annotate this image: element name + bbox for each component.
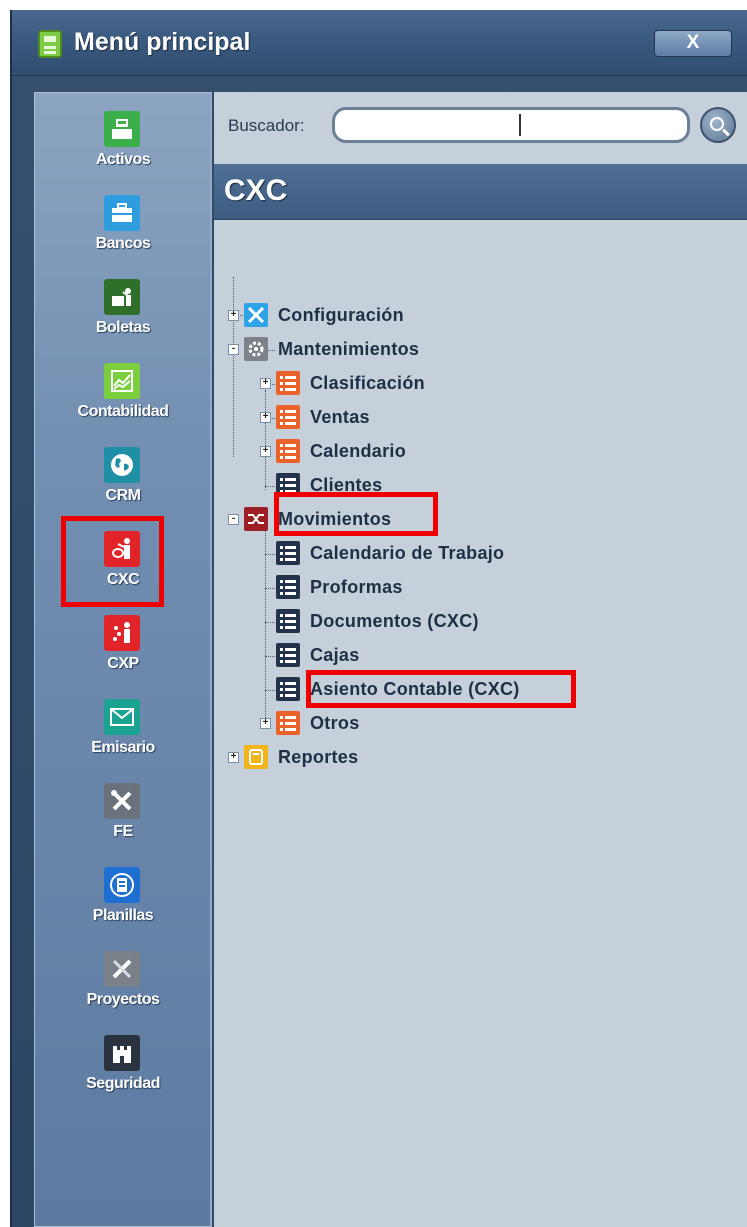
list-icon (276, 439, 300, 463)
tree-node-label: Clasificación (310, 373, 425, 393)
globe-icon (104, 447, 140, 483)
tree-node-reportes[interactable]: + Reportes (214, 742, 614, 772)
collapse-icon[interactable]: - (228, 344, 239, 355)
window-title: Menú principal (74, 28, 251, 56)
cash-register-icon (104, 111, 140, 147)
sidebar-item-label: Activos (95, 151, 151, 168)
main-menu-window: Menú principal X Activos Bancos Boletas … (10, 10, 747, 1227)
sidebar-item-proyectos[interactable]: Proyectos (35, 951, 211, 1033)
tree-node-otros[interactable]: + Otros (214, 708, 614, 738)
section-title: CXC (224, 174, 288, 207)
list-icon (276, 575, 300, 599)
envelope-icon (104, 699, 140, 735)
tree-node-configuracion[interactable]: + Configuración (214, 300, 614, 330)
tree-node-calendario-de-trabajo[interactable]: Calendario de Trabajo (214, 538, 614, 568)
list-icon (276, 405, 300, 429)
sidebar-item-contabilidad[interactable]: Contabilidad (35, 363, 211, 445)
expand-icon[interactable]: + (260, 718, 271, 729)
tree-node-label: Ventas (310, 407, 370, 427)
sidebar-item-label: Proyectos (86, 991, 160, 1008)
chart-icon (104, 363, 140, 399)
tree-node-label: Otros (310, 713, 360, 733)
list-icon (276, 643, 300, 667)
sidebar-item-seguridad[interactable]: Seguridad (35, 1035, 211, 1117)
sidebar-item-fe[interactable]: FE (35, 783, 211, 865)
module-panel: Buscador: CXC + Configuración - Mantenim… (214, 92, 747, 1227)
sidebar-item-label: Boletas (95, 319, 151, 336)
pencil-ruler-icon (104, 951, 140, 987)
tree-node-label: Calendario de Trabajo (310, 543, 505, 563)
sidebar-item-label: FE (113, 823, 133, 840)
list-icon (276, 541, 300, 565)
sidebar-item-activos[interactable]: Activos (35, 111, 211, 193)
tree-node-calendario[interactable]: + Calendario (214, 436, 614, 466)
sidebar-item-label: Seguridad (86, 1075, 160, 1092)
tree-node-label: Configuración (278, 305, 404, 325)
sidebar-item-bancos[interactable]: Bancos (35, 195, 211, 277)
close-button[interactable]: X (654, 30, 732, 57)
folder-icon (244, 745, 268, 769)
person-paying-icon (104, 615, 140, 651)
sidebar-item-label: Planillas (92, 907, 154, 924)
expand-icon[interactable]: + (260, 412, 271, 423)
gear-icon (244, 337, 268, 361)
tree-node-label: Reportes (278, 747, 359, 767)
tree-node-label: Documentos (CXC) (310, 611, 479, 631)
sidebar-item-cxp[interactable]: CXP (35, 615, 211, 697)
module-sidebar: Activos Bancos Boletas Contabilidad CRM … (34, 92, 212, 1227)
sidebar-item-label: Bancos (95, 235, 151, 252)
tree-node-label: Proformas (310, 577, 403, 597)
list-icon (276, 609, 300, 633)
menu-body: Activos Bancos Boletas Contabilidad CRM … (34, 92, 747, 1227)
sidebar-item-label: Emisario (91, 739, 155, 756)
search-bar: Buscador: (214, 92, 747, 158)
tree-node-documentos-cxc[interactable]: Documentos (CXC) (214, 606, 614, 636)
sidebar-item-label: CXP (107, 655, 139, 672)
search-input[interactable] (332, 107, 690, 143)
search-icon (709, 116, 724, 131)
sidebar-item-planillas[interactable]: Planillas (35, 867, 211, 949)
movimientos-highlight (274, 492, 438, 536)
sidebar-item-boletas[interactable]: Boletas (35, 279, 211, 361)
tree-node-ventas[interactable]: + Ventas (214, 402, 614, 432)
expand-icon[interactable]: + (228, 752, 239, 763)
expand-icon[interactable]: + (260, 446, 271, 457)
tree-node-cajas[interactable]: Cajas (214, 640, 614, 670)
text-cursor (519, 114, 521, 136)
list-icon (276, 677, 300, 701)
menu-tree: + Configuración - Mantenimientos + Clasi… (214, 220, 747, 1227)
tree-node-label: Calendario (310, 441, 407, 461)
briefcase-icon (104, 195, 140, 231)
cxc-selection-highlight (61, 516, 164, 607)
tools-icon (244, 303, 268, 327)
teacher-board-icon (104, 279, 140, 315)
tree-node-proformas[interactable]: Proformas (214, 572, 614, 602)
sidebar-item-emisario[interactable]: Emisario (35, 699, 211, 781)
asiento-contable-highlight (306, 670, 576, 708)
document-icon (104, 867, 140, 903)
list-icon (276, 371, 300, 395)
menu-app-icon (38, 30, 62, 58)
tools-icon (104, 783, 140, 819)
expand-icon[interactable]: + (228, 310, 239, 321)
tree-node-clasificacion[interactable]: + Clasificación (214, 368, 614, 398)
castle-icon (104, 1035, 140, 1071)
collapse-icon[interactable]: - (228, 514, 239, 525)
section-header: CXC (214, 164, 747, 220)
tree-node-label: Cajas (310, 645, 360, 665)
sidebar-item-label: Contabilidad (77, 403, 169, 420)
tree-node-mantenimientos[interactable]: - Mantenimientos (214, 334, 614, 364)
expand-icon[interactable]: + (260, 378, 271, 389)
tree-node-label: Mantenimientos (278, 339, 420, 359)
sidebar-item-label: CRM (105, 487, 141, 504)
search-label: Buscador: (228, 116, 305, 135)
shuffle-icon (244, 507, 268, 531)
list-icon (276, 711, 300, 735)
title-bar[interactable]: Menú principal X (12, 10, 747, 76)
search-button[interactable] (700, 107, 736, 143)
